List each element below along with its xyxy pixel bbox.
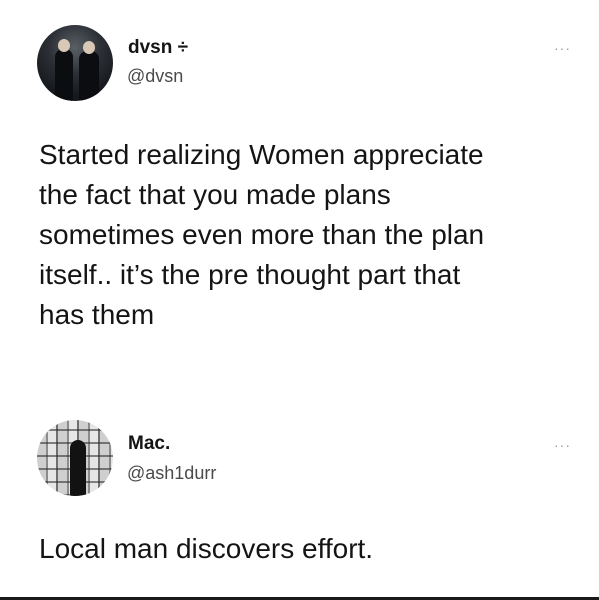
user-handle[interactable]: @ash1durr [127,463,216,484]
more-options-icon[interactable]: ··· [554,40,571,56]
tweet-text: Started realizing Women appreciate the f… [39,135,569,335]
tweet-text-line: has them [39,299,155,330]
more-options-icon[interactable]: ··· [554,437,571,453]
display-name[interactable]: dvsn ÷ [128,37,188,59]
tweet-text: Local man discovers effort. [39,529,569,569]
tweet-text-line: itself.. it’s the pre thought part that [39,259,461,290]
tweet-text-line: the fact that you made plans [39,179,391,210]
tweet-text-line: Local man discovers effort. [39,533,374,564]
avatar[interactable] [37,25,113,101]
tweet-card: dvsn ÷ @dvsn ··· Started realizing Women… [0,0,599,390]
user-handle[interactable]: @dvsn [127,66,183,87]
tweet-text-line: sometimes even more than the plan [39,219,485,250]
tweet-card: Mac. @ash1durr ··· Local man discovers e… [0,400,599,600]
tweet-text-line: Started realizing Women appreciate [39,139,484,170]
avatar[interactable] [37,420,113,496]
display-name[interactable]: Mac. [128,433,170,455]
